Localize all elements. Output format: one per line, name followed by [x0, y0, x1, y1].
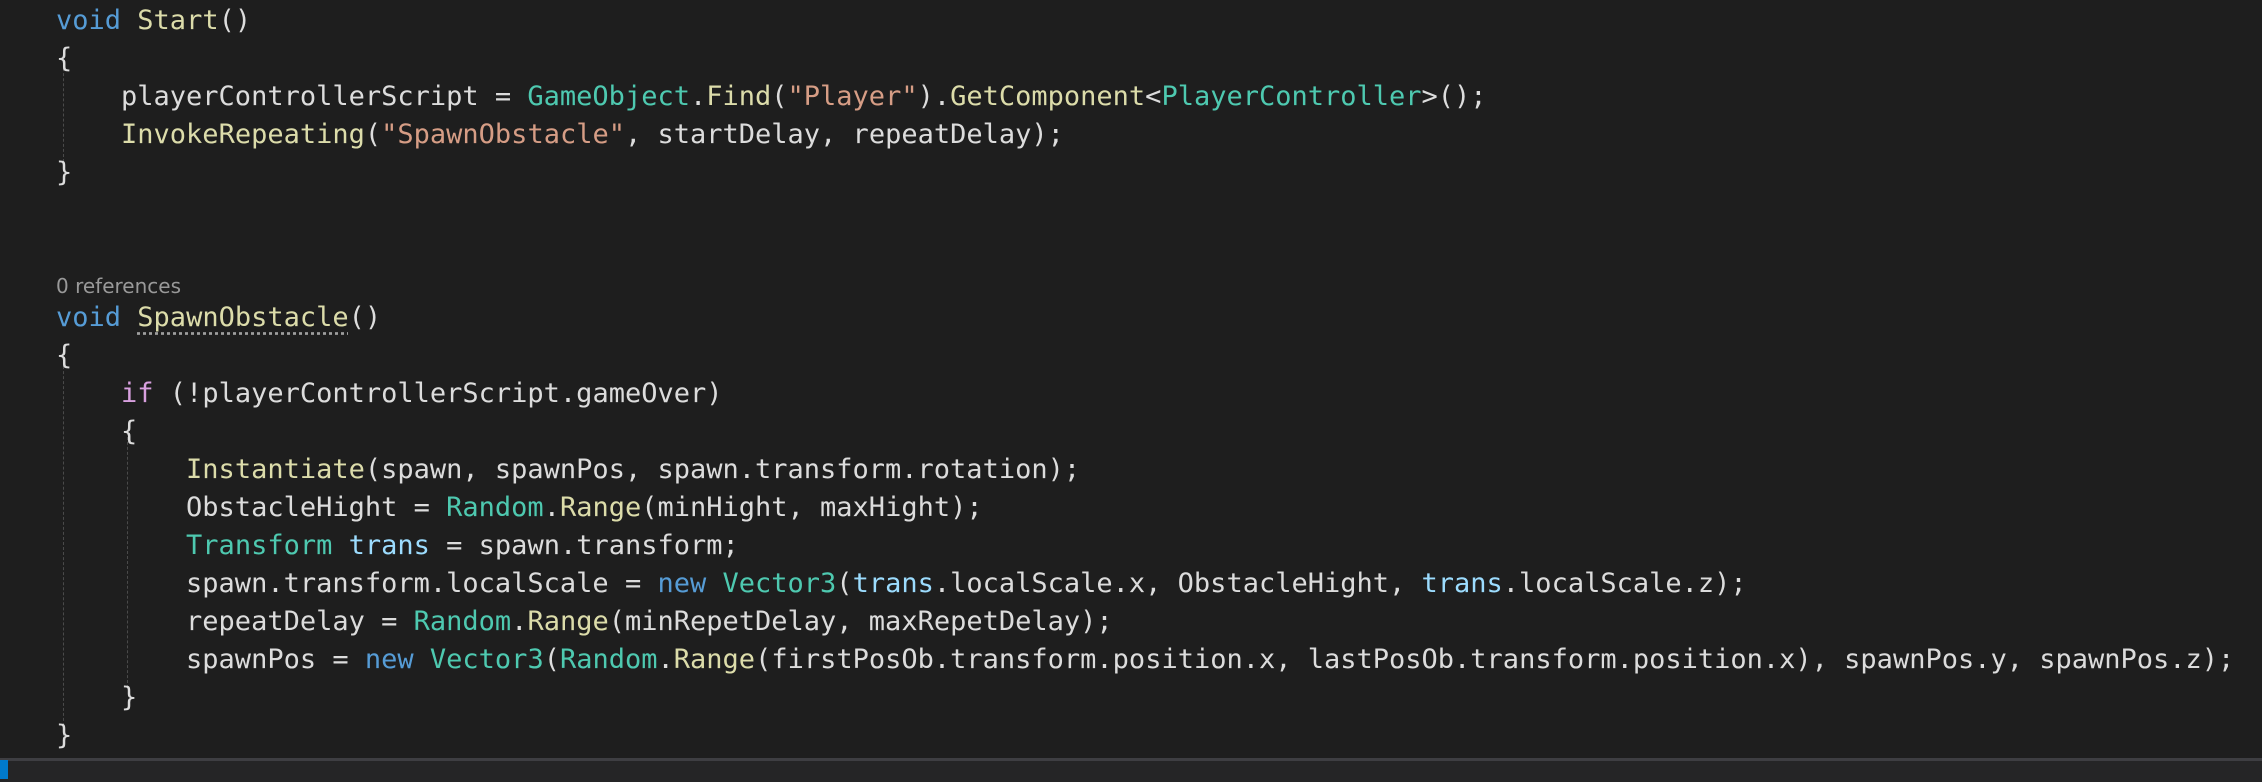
code-line[interactable]: Instantiate(spawn, spawnPos, spawn.trans… — [56, 451, 1080, 489]
code-token: } — [56, 157, 73, 188]
code-token: , startDelay, repeatDelay); — [624, 119, 1064, 150]
code-token: .localScale.x, ObstacleHight, — [933, 568, 1422, 599]
code-line[interactable]: spawnPos = new Vector3(Random.Range(firs… — [56, 641, 2234, 679]
code-token: (minHight, maxHight); — [641, 492, 983, 523]
code-token: () — [348, 302, 382, 333]
code-token: Range — [559, 492, 642, 523]
code-token: GameObject — [527, 81, 690, 112]
code-token: trans — [852, 568, 934, 599]
code-token: void — [56, 5, 122, 36]
code-token: Transform — [186, 530, 333, 561]
code-line[interactable]: ObstacleHight = Random.Range(minHight, m… — [56, 489, 983, 527]
code-token: } — [56, 720, 73, 751]
code-token: { — [56, 43, 73, 74]
code-token: . — [511, 606, 528, 637]
code-token: . — [657, 644, 674, 675]
code-token: ObstacleHight = — [56, 492, 447, 523]
code-line[interactable]: InvokeRepeating("SpawnObstacle", startDe… — [56, 116, 1064, 154]
code-line[interactable]: { — [56, 40, 72, 78]
code-token: . — [689, 81, 707, 112]
code-line[interactable]: Transform trans = spawn.transform; — [56, 527, 739, 565]
code-line[interactable]: repeatDelay = Random.Range(minRepetDelay… — [56, 603, 1113, 641]
code-token: ( — [543, 644, 560, 675]
code-token: "Player" — [787, 81, 918, 112]
code-token: { — [56, 416, 138, 447]
code-token: ). — [917, 81, 951, 112]
code-token: Vector3 — [722, 568, 837, 599]
code-token: spawn.transform.localScale = — [56, 568, 658, 599]
code-token: GetComponent — [950, 81, 1146, 112]
code-line[interactable]: } — [56, 717, 72, 755]
code-token: Vector3 — [429, 644, 544, 675]
code-line[interactable]: playerControllerScript = GameObject.Find… — [56, 78, 1487, 116]
code-token: (spawn, spawnPos, spawn.transform.rotati… — [364, 454, 1081, 485]
code-token: SpawnObstacle — [137, 302, 349, 333]
code-line[interactable]: void Start() — [56, 2, 251, 40]
code-token: < — [1145, 81, 1162, 112]
code-token: Find — [706, 81, 772, 112]
code-line[interactable]: { — [56, 337, 72, 375]
code-line[interactable]: spawn.transform.localScale = new Vector3… — [56, 565, 1747, 603]
code-token: () — [218, 5, 252, 36]
code-line[interactable]: void SpawnObstacle() — [56, 299, 381, 337]
code-token: Random — [413, 606, 512, 637]
code-token: InvokeRepeating — [121, 119, 365, 150]
code-token: Start — [137, 5, 219, 36]
horizontal-scrollbar[interactable] — [0, 758, 2262, 782]
code-token: ( — [771, 81, 788, 112]
code-token: void — [56, 302, 122, 333]
code-token: Range — [527, 606, 609, 637]
code-token: .localScale.z); — [1502, 568, 1747, 599]
code-token: (minRepetDelay, maxRepetDelay); — [608, 606, 1113, 637]
code-token: = spawn.transform; — [429, 530, 739, 561]
code-token: Instantiate — [186, 454, 365, 485]
code-line[interactable]: { — [56, 413, 137, 451]
code-token: Random — [446, 492, 544, 523]
code-token: ( — [364, 119, 382, 150]
code-token: repeatDelay = — [56, 606, 414, 637]
cursor-position-marker — [0, 760, 8, 779]
code-lens-references[interactable]: 0 references — [56, 272, 181, 300]
code-token: new — [364, 644, 414, 675]
code-line[interactable]: if (!playerControllerScript.gameOver) — [56, 375, 723, 413]
code-token: } — [56, 682, 138, 713]
code-token: if — [121, 378, 154, 409]
code-line[interactable]: } — [56, 679, 137, 717]
code-token: Range — [673, 644, 756, 675]
code-token: (!playerControllerScript.gameOver) — [153, 378, 723, 409]
code-token: trans — [348, 530, 430, 561]
code-token: Random — [559, 644, 658, 675]
code-token: trans — [1421, 568, 1503, 599]
code-token: { — [56, 340, 73, 371]
code-token: playerControllerScript = — [56, 81, 528, 112]
code-token: . — [543, 492, 560, 523]
code-token: "SpawnObstacle" — [381, 119, 625, 150]
code-token: new — [657, 568, 707, 599]
code-token: spawnPos = — [56, 644, 365, 675]
code-token: (firstPosOb.transform.position.x, lastPo… — [755, 644, 2235, 675]
code-token: >(); — [1421, 81, 1487, 112]
code-editor[interactable]: 0 references void Start(){ playerControl… — [0, 0, 2262, 782]
code-token: PlayerController — [1161, 81, 1422, 112]
code-token: ( — [836, 568, 853, 599]
code-line[interactable]: } — [56, 154, 72, 192]
